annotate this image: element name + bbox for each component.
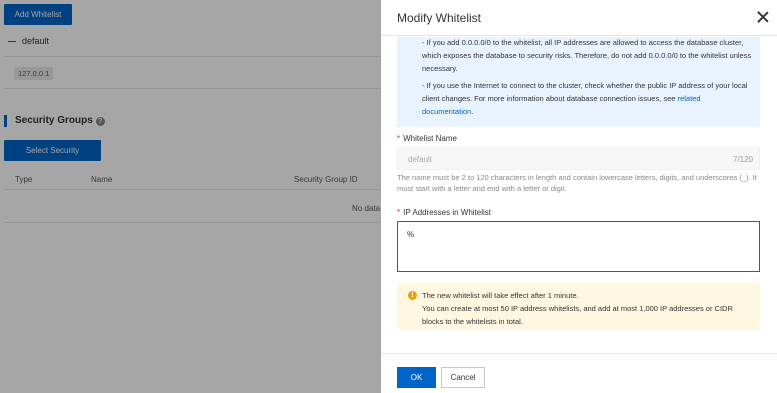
close-icon[interactable] xyxy=(757,11,769,23)
info-paragraph-2-end: . xyxy=(471,107,474,116)
ip-addresses-label-text: IP Addresses in Whitelist xyxy=(403,208,492,217)
notice-line-1: The new whitelist will take effect after… xyxy=(422,291,579,300)
ip-addresses-textarea[interactable] xyxy=(397,221,760,272)
ip-addresses-label: * IP Addresses in Whitelist xyxy=(397,208,491,217)
drawer-title: Modify Whitelist xyxy=(397,11,482,25)
cancel-button[interactable]: Cancel xyxy=(441,367,485,388)
drawer-header: Modify Whitelist xyxy=(381,0,777,36)
whitelist-name-label-text: Whitelist Name xyxy=(403,134,457,143)
drawer-footer: OK Cancel xyxy=(381,353,777,393)
required-mark: * xyxy=(397,134,401,143)
whitelist-name-hint: The name must be 2 to 120 characters in … xyxy=(397,173,757,193)
whitelist-name-value: default xyxy=(408,155,433,164)
ok-button[interactable]: OK xyxy=(397,367,436,388)
notice-line-2: You can create at most 50 IP address whi… xyxy=(422,304,733,326)
info-paragraph-1: - If you add 0.0.0.0/0 to the whitelist,… xyxy=(422,38,752,73)
required-mark: * xyxy=(397,208,401,217)
drawer-body[interactable]: - If you add 0.0.0.0/0 to the whitelist,… xyxy=(381,37,777,353)
info-notice: - If you add 0.0.0.0/0 to the whitelist,… xyxy=(397,37,760,127)
modal-overlay[interactable] xyxy=(0,0,381,393)
whitelist-name-input: default 7/120 xyxy=(397,147,760,170)
modify-whitelist-drawer: Modify Whitelist - If you add 0.0.0.0/0 … xyxy=(381,0,777,393)
character-counter: 7/120 xyxy=(732,155,753,164)
whitelist-name-label: * Whitelist Name xyxy=(397,134,457,143)
whitelist-notice: ! The new whitelist will take effect aft… xyxy=(397,283,760,330)
info-paragraph-2: - If you use the Internet to connect to … xyxy=(422,79,752,118)
warning-icon: ! xyxy=(408,291,417,300)
